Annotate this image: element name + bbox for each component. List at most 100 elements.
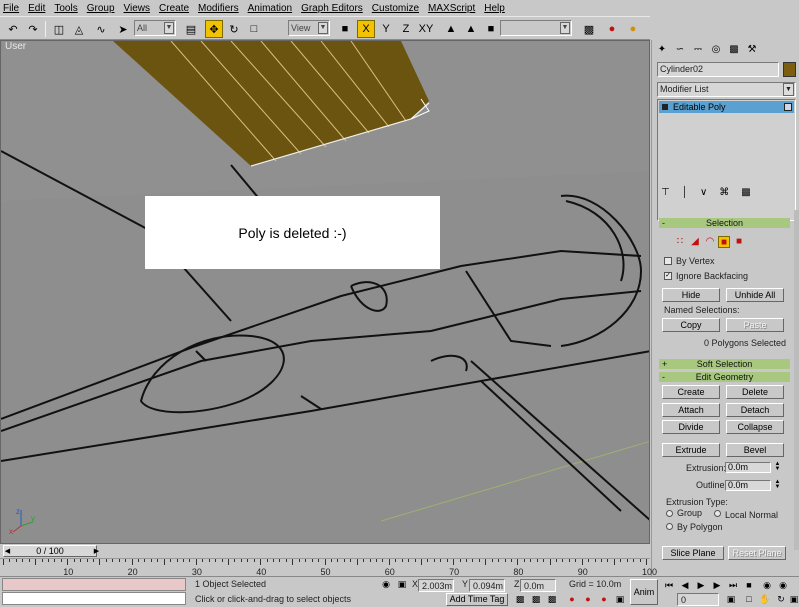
restrict-y-icon[interactable]: Y (377, 20, 395, 38)
next-key-icon[interactable]: ▶ (711, 579, 723, 591)
viewport-user[interactable]: User Poly is deleted :-) z y x (0, 40, 650, 544)
z-coordinate-field[interactable]: 0.0m (520, 579, 556, 592)
select-object-icon[interactable]: ➤ (114, 20, 132, 38)
restrict-xy-icon[interactable]: XY (417, 20, 435, 38)
pivot-center-icon[interactable]: ■ (336, 20, 354, 38)
rollout-selection[interactable]: - Selection (659, 218, 790, 228)
menu-file[interactable]: File (3, 3, 19, 14)
stack-item-editable-poly[interactable]: Editable Poly (659, 101, 794, 113)
slice-plane-button[interactable]: Slice Plane (662, 546, 724, 560)
bevel-button[interactable]: Bevel (726, 443, 784, 457)
modifier-list-dropdown[interactable]: Modifier List ▼ (657, 82, 796, 97)
rollout-soft-selection[interactable]: + Soft Selection (659, 359, 790, 369)
snap-toggle-icon[interactable]: ▩ (514, 593, 526, 605)
vertex-mode-icon[interactable]: ∷ (674, 236, 686, 248)
set-key-icon[interactable]: ● (598, 593, 610, 605)
menu-views[interactable]: Views (124, 3, 151, 14)
rollout-edit-geometry[interactable]: - Edit Geometry (659, 372, 790, 382)
modify-tab-icon[interactable]: ∽ (673, 42, 687, 56)
extrude-button[interactable]: Extrude (662, 443, 720, 457)
make-unique-icon[interactable]: ∨ (700, 187, 707, 198)
arc-rotate-icon[interactable]: ↻ (775, 593, 787, 605)
current-frame-field[interactable]: 0 (677, 593, 719, 606)
delete-button[interactable]: Delete (726, 385, 784, 399)
local-normal-radio[interactable] (714, 510, 721, 517)
time-config-icon[interactable]: ▣ (725, 593, 737, 605)
menu-group[interactable]: Group (87, 3, 115, 14)
menu-create[interactable]: Create (159, 3, 189, 14)
object-name-field[interactable]: Cylinder02 (657, 62, 779, 77)
stack-item-toggle[interactable] (784, 103, 792, 111)
motion-tab-icon[interactable]: ◎ (709, 42, 723, 56)
expand-icon[interactable] (662, 104, 668, 110)
menu-tools[interactable]: Tools (54, 3, 77, 14)
by-vertex-checkbox[interactable] (664, 257, 672, 265)
object-color-swatch[interactable] (783, 62, 796, 77)
hide-button[interactable]: Hide (662, 288, 720, 302)
lock-selection-icon[interactable]: ◉ (380, 578, 392, 590)
next-frame-icon[interactable]: ▶ (93, 546, 100, 558)
track-view-icon[interactable]: ▩ (580, 20, 598, 38)
animate-mode-button[interactable]: Anim (630, 579, 658, 605)
extrusion-spinner[interactable]: 0.0m ▲ ▼ (725, 461, 780, 473)
zoom-all-icon[interactable]: ◉ (777, 579, 789, 591)
create-tab-icon[interactable]: ✦ (655, 42, 669, 56)
menu-maxscript[interactable]: MAXScript (428, 3, 475, 14)
menu-customize[interactable]: Customize (372, 3, 419, 14)
collapse-button[interactable]: Collapse (726, 420, 784, 434)
polygon-mode-icon[interactable]: ■ (718, 236, 730, 248)
key-filters-icon[interactable]: ▣ (614, 593, 626, 605)
absolute-mode-icon[interactable]: ▣ (396, 578, 408, 590)
key-mode-icon[interactable]: ● (582, 593, 594, 605)
bind-space-warp-icon[interactable]: ∿ (92, 20, 110, 38)
select-and-rotate-icon[interactable]: ↻ (225, 20, 243, 38)
utilities-tab-icon[interactable]: ⚒ (745, 42, 759, 56)
render-scene-icon[interactable]: ● (624, 20, 642, 38)
previous-key-icon[interactable]: ◀ (679, 579, 691, 591)
time-slider[interactable]: ◀ 0 / 100 ▶ (0, 545, 650, 558)
mirror-icon[interactable]: ▲ (442, 20, 460, 38)
attach-button[interactable]: Attach (662, 403, 720, 417)
key-mode-toggle-icon[interactable]: ■ (743, 579, 755, 591)
reset-plane-button[interactable]: Reset Plane (728, 546, 786, 560)
y-coordinate-field[interactable]: 0.094m (469, 579, 505, 592)
prev-frame-icon[interactable]: ◀ (4, 546, 11, 558)
layer-manager-icon[interactable]: ■ (482, 20, 500, 38)
add-time-tag-button[interactable]: Add Time Tag (446, 593, 508, 606)
pin-stack-icon[interactable]: ⊤ (661, 187, 670, 198)
menu-modifiers[interactable]: Modifiers (198, 3, 239, 14)
x-coordinate-field[interactable]: 2.003m (418, 579, 454, 592)
go-to-end-icon[interactable]: ⏭ (727, 579, 739, 591)
ignore-backfacing-checkbox[interactable]: ✓ (664, 272, 672, 280)
element-mode-icon[interactable]: ■ (733, 236, 745, 248)
display-tab-icon[interactable]: ▩ (727, 42, 741, 56)
pan-icon[interactable]: ✋ (759, 593, 771, 605)
redo-icon[interactable]: ↷ (24, 20, 42, 38)
select-and-move-icon[interactable]: ✥ (205, 20, 223, 38)
maximize-viewport-icon[interactable]: ▣ (788, 593, 799, 605)
menu-help[interactable]: Help (484, 3, 505, 14)
hierarchy-tab-icon[interactable]: ⎓ (691, 42, 705, 56)
paste-button[interactable]: Paste (726, 318, 784, 332)
border-mode-icon[interactable]: ◠ (704, 236, 716, 248)
time-slider-knob[interactable]: ◀ 0 / 100 ▶ (3, 545, 100, 558)
detach-button[interactable]: Detach (726, 403, 784, 417)
zoom-region-icon[interactable]: □ (743, 593, 755, 605)
group-radio[interactable] (666, 510, 673, 517)
unlink-icon[interactable]: ◬ (70, 20, 88, 38)
edge-mode-icon[interactable]: ◢ (689, 236, 701, 248)
select-by-name-icon[interactable]: ▤ (182, 20, 200, 38)
percent-snap-icon[interactable]: ▩ (546, 593, 558, 605)
unhide-all-button[interactable]: Unhide All (726, 288, 784, 302)
reference-coordinate-dropdown[interactable]: View ▼ (288, 20, 330, 36)
maxscript-listener-mini[interactable] (2, 578, 186, 591)
menu-edit[interactable]: Edit (28, 3, 45, 14)
restrict-z-icon[interactable]: Z (397, 20, 415, 38)
divide-button[interactable]: Divide (662, 420, 720, 434)
go-to-start-icon[interactable]: ⏮ (663, 579, 675, 591)
spinner-snap-icon[interactable]: ● (566, 593, 578, 605)
copy-button[interactable]: Copy (662, 318, 720, 332)
material-editor-icon[interactable]: ● (603, 20, 621, 38)
menu-graph-editors[interactable]: Graph Editors (301, 3, 363, 14)
show-end-result-icon[interactable]: │ (682, 187, 688, 198)
